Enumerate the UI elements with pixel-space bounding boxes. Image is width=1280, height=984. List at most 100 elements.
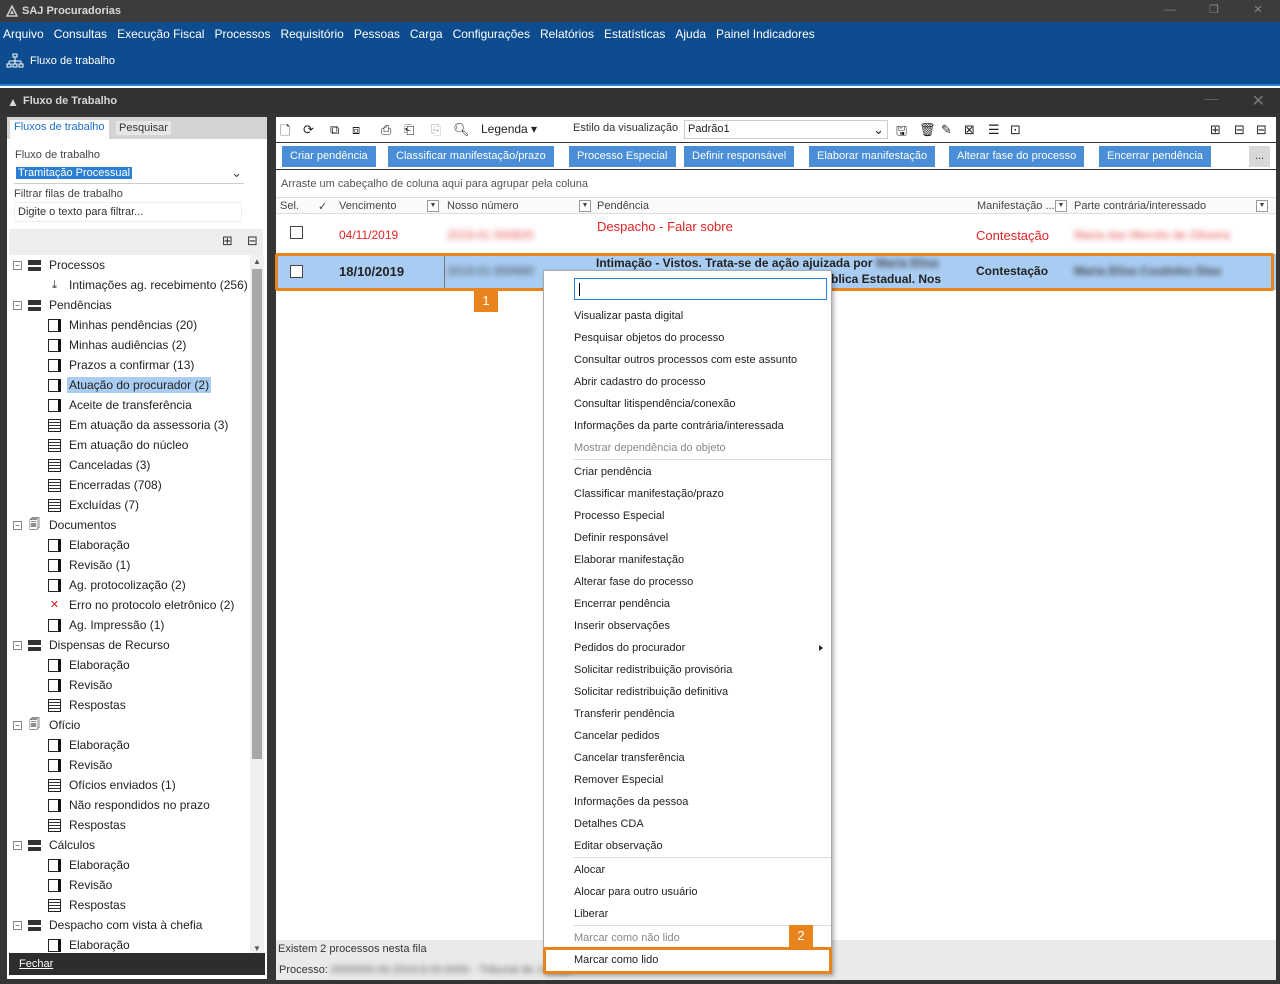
menu-item-transferir-pendencia[interactable]: Transferir pendência <box>573 703 831 725</box>
tree-item-encerradas-708[interactable]: Encerradas (708) <box>48 475 164 495</box>
context-menu-search-input[interactable] <box>574 278 827 300</box>
tree-item-respostas[interactable]: Respostas <box>48 815 128 835</box>
menu-consultas[interactable]: Consultas <box>54 27 107 41</box>
tree-item-dispensas-de-recurso[interactable]: − Dispensas de Recurso <box>13 635 172 655</box>
tree-item-calculos[interactable]: − Cálculos <box>13 835 97 855</box>
menu-arquivo[interactable]: Arquivo <box>3 27 44 41</box>
tree-item-minhas-pendencias-20[interactable]: Minhas pendências (20) <box>48 315 199 335</box>
menu-item-alocar[interactable]: Alocar <box>573 859 831 881</box>
tree-item-erro-no-protocolo-eletronico-2[interactable]: ✕ Erro no protocolo eletrônico (2) <box>48 595 236 615</box>
search-icon[interactable]: 🔍︎ <box>453 122 470 138</box>
close-window-icon[interactable]: ✕ <box>1236 0 1280 22</box>
menu-requisitorio[interactable]: Requisitório <box>280 27 343 41</box>
tree-item-revisao-1[interactable]: Revisão (1) <box>48 555 132 575</box>
special-process-button[interactable]: Processo Especial <box>569 146 676 167</box>
tree-item-excluidas-7[interactable]: Excluídas (7) <box>48 495 141 515</box>
style-select[interactable]: Padrão1 ⌄ <box>684 120 888 139</box>
tree-item-nao-respondidos-no-prazo[interactable]: Não respondidos no prazo <box>48 795 212 815</box>
report-icon[interactable]: ☰ <box>988 122 1000 138</box>
panel-close-icon[interactable]: ✕ <box>1252 91 1265 111</box>
tree-view-icon[interactable]: ⊞ <box>222 233 233 249</box>
tree-item-pendencias[interactable]: − Pendências <box>13 295 114 315</box>
classify-button[interactable]: Classificar manifestação/prazo <box>388 146 554 167</box>
col-nosso-numero[interactable]: Nosso número ▼ <box>447 200 593 212</box>
menu-estatisticas[interactable]: Estatísticas <box>604 27 665 41</box>
menu-carga[interactable]: Carga <box>410 27 443 41</box>
tree-item-atuacao-do-procurador-2[interactable]: Atuação do procurador (2) <box>48 375 212 395</box>
layout-icon[interactable]: ⊡ <box>1010 122 1021 138</box>
filter-input[interactable]: Digite o texto para filtrar... <box>14 202 242 222</box>
close-button[interactable]: Fechar <box>9 953 265 975</box>
change-phase-button[interactable]: Alterar fase do processo <box>949 146 1085 167</box>
filter-dropdown-icon[interactable]: ▼ <box>1256 200 1268 212</box>
menu-item-liberar[interactable]: Liberar <box>573 903 831 925</box>
menu-item-inserir-observacoes[interactable]: Inserir observações <box>573 615 831 637</box>
tree-item-elaboracao[interactable]: Elaboração <box>48 735 132 755</box>
tree-item-prazos-a-confirmar-13[interactable]: Prazos a confirmar (13) <box>48 355 196 375</box>
tab-fluxos[interactable]: Fluxos de trabalho <box>10 120 109 139</box>
tree-item-minhas-audiencias-2[interactable]: Minhas audiências (2) <box>48 335 188 355</box>
legend-dropdown[interactable]: Legenda ▾ <box>481 122 537 136</box>
edit-icon[interactable]: ✎ <box>941 122 952 138</box>
collapse-toggle-icon[interactable]: − <box>13 720 22 730</box>
menu-pessoas[interactable]: Pessoas <box>354 27 400 41</box>
tree-item-elaboracao[interactable]: Elaboração <box>48 855 132 875</box>
create-pendency-button[interactable]: Criar pendência <box>282 146 376 167</box>
menu-ajuda[interactable]: Ajuda <box>675 27 706 41</box>
menu-item-visualizar-pasta-digital[interactable]: Visualizar pasta digital <box>573 305 831 327</box>
col-sel[interactable]: Sel. <box>280 200 299 212</box>
menu-relatorios[interactable]: Relatórios <box>540 27 594 41</box>
tree-item-documentos[interactable]: − 🗐 Documentos <box>13 515 118 535</box>
menu-item-consultar-outros-processos-com-este-assunto[interactable]: Consultar outros processos com este assu… <box>573 349 831 371</box>
flow-select[interactable]: Tramitação Processual ⌄ <box>14 165 244 184</box>
scrollbar-thumb[interactable] <box>252 269 262 759</box>
close-pendency-button[interactable]: Encerrar pendência <box>1099 146 1212 167</box>
grid-icon[interactable]: ⊟ <box>1234 122 1245 138</box>
tree-item-respostas[interactable]: Respostas <box>48 895 128 915</box>
col-check-icon[interactable]: ✓ <box>318 200 327 213</box>
refresh-icon[interactable]: ⟳ <box>303 122 314 138</box>
filter-dropdown-icon[interactable]: ▼ <box>427 200 439 212</box>
menu-item-elaborar-manifestacao[interactable]: Elaborar manifestação <box>573 549 831 571</box>
menu-item-pesquisar-objetos-do-processo[interactable]: Pesquisar objetos do processo <box>573 327 831 349</box>
excel-icon[interactable]: ⊠ <box>964 122 975 138</box>
menu-item-processo-especial[interactable]: Processo Especial <box>573 505 831 527</box>
menu-item-editar-observacao[interactable]: Editar observação <box>573 835 831 857</box>
scroll-down-icon[interactable]: ▼ <box>253 944 261 953</box>
menu-execucao-fiscal[interactable]: Execução Fiscal <box>117 27 204 41</box>
define-responsible-button[interactable]: Definir responsável <box>684 146 795 167</box>
menu-item-solicitar-redistribuicao-provisoria[interactable]: Solicitar redistribuição provisória <box>573 659 831 681</box>
tree-item-elaboracao[interactable]: Elaboração <box>48 655 132 675</box>
menu-configuracoes[interactable]: Configurações <box>453 27 530 41</box>
tree-item-revisao[interactable]: Revisão <box>48 675 114 695</box>
select-icon[interactable]: ⧉ <box>330 122 339 138</box>
table-row[interactable]: 04/11/2019 2019.01.000825 Despacho - Fal… <box>276 214 1276 252</box>
menu-item-classificar-manifestacao-prazo[interactable]: Classificar manifestação/prazo <box>573 483 831 505</box>
tree-item-aceite-de-transferencia[interactable]: Aceite de transferência <box>48 395 194 415</box>
tree-item-ag-protocolizacao-2[interactable]: Ag. protocolização (2) <box>48 575 188 595</box>
collapse-toggle-icon[interactable]: − <box>13 520 22 530</box>
minimize-icon[interactable]: — <box>1148 0 1192 22</box>
menu-item-encerrar-pendencia[interactable]: Encerrar pendência <box>573 593 831 615</box>
menu-item-pedidos-do-procurador[interactable]: Pedidos do procurador <box>573 637 831 659</box>
tree-item-oficio[interactable]: − 🗐 Ofício <box>13 715 82 735</box>
col-parte[interactable]: Parte contrária/interessado ▼ <box>1074 200 1272 212</box>
menu-item-alocar-para-outro-usuario[interactable]: Alocar para outro usuário <box>573 881 831 903</box>
menu-item-cancelar-pedidos[interactable]: Cancelar pedidos <box>573 725 831 747</box>
menu-item-consultar-litispendencia-conexao[interactable]: Consultar litispendência/conexão <box>573 393 831 415</box>
menu-item-abrir-cadastro-do-processo[interactable]: Abrir cadastro do processo <box>573 371 831 393</box>
elaborate-button[interactable]: Elaborar manifestação <box>809 146 936 167</box>
menu-item-informacoes-da-parte-contraria-interessada[interactable]: Informações da parte contrária/interessa… <box>573 415 831 437</box>
menu-item-definir-responsavel[interactable]: Definir responsável <box>573 527 831 549</box>
collapse-toggle-icon[interactable]: − <box>13 920 22 930</box>
menu-item-remover-especial[interactable]: Remover Especial <box>573 769 831 791</box>
menu-painel-indicadores[interactable]: Painel Indicadores <box>716 27 815 41</box>
print-icon[interactable]: ⎙ <box>381 122 391 138</box>
menu-item-cancelar-transferencia[interactable]: Cancelar transferência <box>573 747 831 769</box>
tree-item-intimacoes-ag-recebimento-256[interactable]: ⤓ Intimações ag. recebimento (256) <box>48 275 249 295</box>
copy-icon[interactable]: ⧈ <box>352 122 360 138</box>
tree-item-oficios-enviados-1[interactable]: Ofícios enviados (1) <box>48 775 178 795</box>
col-manifestacao[interactable]: Manifestação ... ▼ <box>977 200 1071 212</box>
tab-pesquisar[interactable]: Pesquisar <box>116 121 171 135</box>
tree-item-ag-impressao-1[interactable]: Ag. Impressão (1) <box>48 615 166 635</box>
